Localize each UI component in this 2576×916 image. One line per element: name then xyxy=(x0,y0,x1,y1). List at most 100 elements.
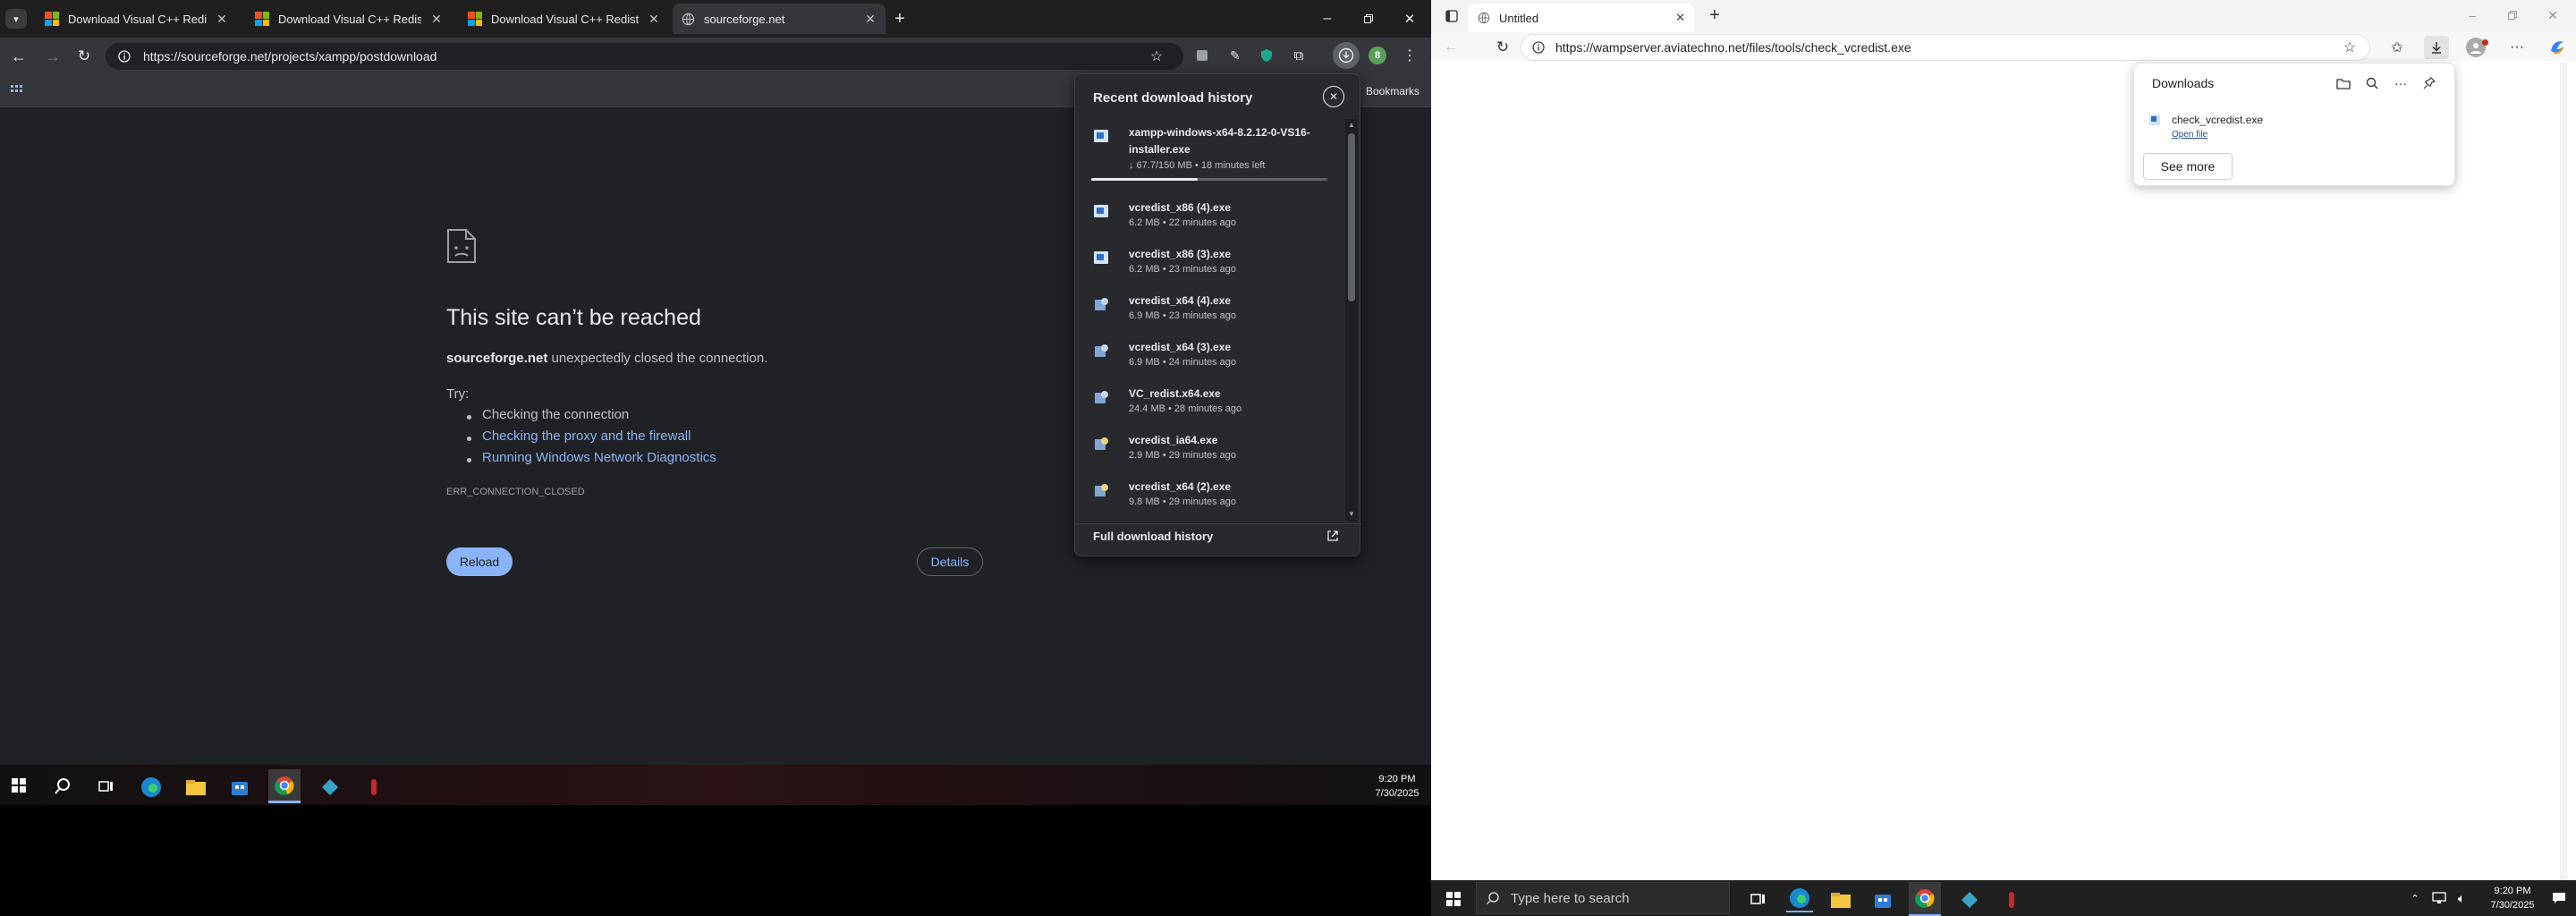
close-tab-icon[interactable]: ✕ xyxy=(430,12,443,26)
download-item[interactable]: vcredist_x64 (4).exe 6.9 MB • 23 minutes… xyxy=(1093,293,1335,334)
app-icon[interactable] xyxy=(1957,887,1982,912)
restore-button[interactable] xyxy=(2500,5,2525,25)
minimize-button[interactable]: – xyxy=(1315,9,1340,29)
taskbar-search-box[interactable]: Type here to search xyxy=(1476,882,1730,914)
new-tab-button[interactable]: + xyxy=(1705,5,1724,25)
open-folder-icon[interactable] xyxy=(2334,74,2352,92)
edge-browser-icon[interactable] xyxy=(139,775,164,800)
clock[interactable]: 9:20 PM 7/30/2025 xyxy=(2482,884,2543,912)
open-external-icon[interactable] xyxy=(1326,529,1340,543)
clock[interactable]: 9:20 PM 7/30/2025 xyxy=(1368,772,1426,801)
chrome-taskbar-icon[interactable] xyxy=(268,769,301,803)
error-title: This site can’t be reached xyxy=(446,305,701,330)
file-explorer-icon[interactable] xyxy=(1828,887,1853,912)
full-download-history-link[interactable]: Full download history xyxy=(1093,530,1213,543)
recorder-app-icon[interactable] xyxy=(361,775,386,800)
search-icon[interactable] xyxy=(2363,74,2381,92)
forward-button[interactable]: → xyxy=(43,47,63,66)
file-explorer-icon[interactable] xyxy=(183,775,208,800)
close-tab-icon[interactable]: ✕ xyxy=(648,12,660,26)
see-more-button[interactable]: See more xyxy=(2143,153,2233,180)
download-item[interactable]: vcredist_ia64.exe 2.9 MB • 29 minutes ag… xyxy=(1093,432,1335,473)
address-bar[interactable]: https://sourceforge.net/projects/xampp/p… xyxy=(106,43,1183,70)
download-item[interactable]: vcredist_x86 (4).exe 6.2 MB • 22 minutes… xyxy=(1093,199,1335,241)
chrome-taskbar-icon[interactable] xyxy=(1909,882,1941,916)
download-item[interactable]: xampp-windows-x64-8.2.12-0-VS16-installe… xyxy=(1091,124,1335,189)
store-icon[interactable] xyxy=(1870,887,1895,912)
windows-start-icon[interactable] xyxy=(11,777,27,793)
download-item[interactable]: vcredist_x86 (3).exe 6.2 MB • 23 minutes… xyxy=(1093,246,1335,287)
shield-extension-icon[interactable] xyxy=(1258,47,1275,64)
site-info-icon[interactable] xyxy=(1532,41,1545,54)
new-tab-button[interactable]: + xyxy=(890,9,910,29)
chrome-tab-4-active[interactable]: sourceforge.net ✕ xyxy=(673,4,886,34)
restore-button[interactable] xyxy=(1356,9,1381,29)
reload-icon[interactable]: ↻ xyxy=(1494,38,1512,56)
puzzle-extensions-icon[interactable]: ⧉ xyxy=(1290,47,1308,64)
download-item[interactable]: vcredist_x64 (2).exe 9.8 MB • 29 minutes… xyxy=(1093,479,1335,520)
task-view-icon[interactable] xyxy=(97,776,116,796)
downloads-button[interactable] xyxy=(2424,36,2449,59)
download-item[interactable]: VC_redist.x64.exe 24.4 MB • 28 minutes a… xyxy=(1093,386,1335,427)
recorder-app-icon[interactable] xyxy=(1999,887,2024,912)
close-panel-button[interactable]: ✕ xyxy=(1323,86,1344,107)
back-button[interactable]: ← xyxy=(9,47,29,66)
back-button[interactable]: ← xyxy=(1442,38,1460,56)
close-tab-icon[interactable]: ✕ xyxy=(864,12,877,26)
download-item[interactable]: vcredist_x64 (3).exe 6.9 MB • 24 minutes… xyxy=(1093,339,1335,380)
edge-browser-icon[interactable] xyxy=(1786,886,1813,912)
url-text[interactable]: https://wampserver.aviatechno.net/files/… xyxy=(1555,40,1911,55)
scroll-down-arrow-icon[interactable]: ▼ xyxy=(1348,510,1355,519)
chrome-tab-1[interactable]: Download Visual C++ Redistrib ✕ xyxy=(36,4,237,34)
store-icon[interactable] xyxy=(227,775,252,800)
apps-grid-icon[interactable] xyxy=(9,83,25,99)
reload-button[interactable]: Reload xyxy=(446,547,513,576)
edge-address-bar[interactable]: https://wampserver.aviatechno.net/files/… xyxy=(1521,34,2370,61)
url-text[interactable]: https://sourceforge.net/projects/xampp/p… xyxy=(143,49,436,64)
settings-more-icon[interactable]: ··· xyxy=(2507,38,2527,56)
extension-icon[interactable] xyxy=(1193,47,1211,64)
tab-search-icon[interactable]: ▾ xyxy=(5,9,27,29)
pen-extension-icon[interactable]: ✎ xyxy=(1226,47,1244,64)
chrome-menu-icon[interactable]: ⋮ xyxy=(1402,47,1417,64)
network-icon[interactable] xyxy=(2431,890,2447,906)
favorite-star-icon[interactable]: ☆ xyxy=(2341,38,2359,56)
suggestion-proxy-firewall-link[interactable]: Checking the proxy and the firewall xyxy=(482,428,691,444)
windows-taskbar: Type here to search ⌃ 🔈︎ 9:20 PM 7/30/20… xyxy=(1431,880,2576,916)
tab-actions-icon[interactable] xyxy=(1444,8,1460,24)
show-hidden-icons-chevron-icon[interactable]: ⌃ xyxy=(2408,891,2422,905)
volume-icon[interactable]: 🔈︎ xyxy=(2453,890,2470,906)
reload-icon[interactable]: ↻ xyxy=(74,47,94,66)
app-icon[interactable] xyxy=(318,775,343,800)
search-icon[interactable] xyxy=(52,776,73,797)
scroll-up-arrow-icon[interactable]: ▲ xyxy=(1348,121,1355,130)
details-button[interactable]: Details xyxy=(917,547,983,576)
task-view-icon[interactable] xyxy=(1749,889,1768,909)
copilot-icon[interactable] xyxy=(2546,37,2568,58)
notifications-icon[interactable] xyxy=(2550,890,2568,906)
more-options-icon[interactable]: ··· xyxy=(2392,74,2410,92)
downloads-button[interactable] xyxy=(1333,42,1360,69)
page-scrollbar[interactable] xyxy=(2560,63,2567,880)
edge-tab-active[interactable]: Untitled ✕ xyxy=(1469,4,1694,32)
close-window-button[interactable]: ✕ xyxy=(2540,5,2565,25)
download-meta: 6.2 MB • 22 minutes ago xyxy=(1129,217,1237,228)
chrome-tab-2[interactable]: Download Visual C++ Redistrib ✕ xyxy=(246,4,452,34)
download-file-name[interactable]: check_vcredist.exe xyxy=(2172,114,2263,126)
chrome-tab-3[interactable]: Download Visual C++ Redistrib ✕ xyxy=(459,4,669,34)
bookmark-star-icon[interactable]: ☆ xyxy=(1147,47,1166,66)
site-info-icon[interactable] xyxy=(118,50,131,63)
windows-start-icon[interactable] xyxy=(1445,891,1462,907)
close-window-button[interactable]: ✕ xyxy=(1397,9,1422,29)
minimize-button[interactable]: – xyxy=(2460,5,2485,25)
close-tab-icon[interactable]: ✕ xyxy=(1675,11,1685,25)
profile-avatar[interactable]: 8 xyxy=(1368,47,1386,64)
scrollbar-thumb[interactable] xyxy=(1348,133,1355,301)
favorites-icon[interactable]: ✩ xyxy=(2388,38,2406,56)
all-bookmarks-label[interactable]: Bookmarks xyxy=(1366,85,1419,98)
close-tab-icon[interactable]: ✕ xyxy=(216,12,228,26)
downloads-scrollbar[interactable]: ▲ ▼ xyxy=(1345,119,1358,522)
suggestion-network-diagnostics-link[interactable]: Running Windows Network Diagnostics xyxy=(482,450,716,465)
pin-icon[interactable] xyxy=(2420,74,2438,92)
open-file-link[interactable]: Open file xyxy=(2172,130,2207,140)
